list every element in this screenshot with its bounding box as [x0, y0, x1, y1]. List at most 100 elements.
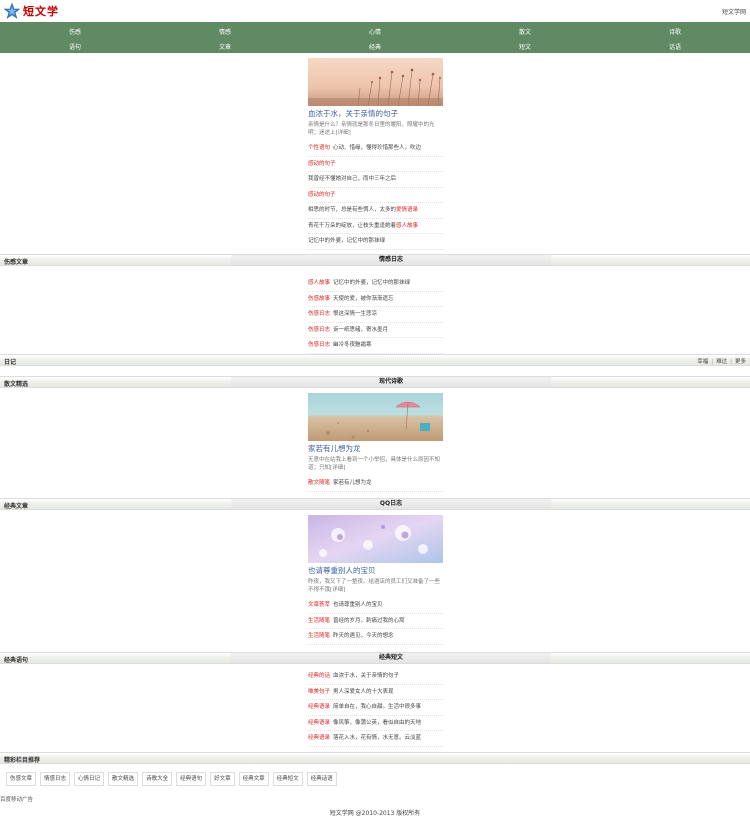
- feature-image[interactable]: [308, 515, 443, 563]
- list-item[interactable]: 生活随笔 曾经的岁月，刺痛过我的心窝: [308, 614, 443, 629]
- list-text[interactable]: 简单自在，我心自甜。生活中很多事: [333, 704, 421, 710]
- ad-label[interactable]: 百度移动广告: [0, 795, 33, 803]
- list-text[interactable]: 诉一纸思绪，寄水墨月: [333, 327, 388, 333]
- bar-center-label[interactable]: QQ日志: [231, 499, 551, 509]
- list-item[interactable]: 感动的句子: [308, 157, 443, 172]
- bar-left-label[interactable]: 经典文章: [4, 501, 28, 510]
- list-text[interactable]: 恨这深情一生悲凉: [333, 311, 377, 317]
- list-item[interactable]: 文章荟萃 也请尊重别人的宝贝: [308, 598, 443, 614]
- feature-image[interactable]: [308, 393, 443, 441]
- bar-link[interactable]: 幸福: [697, 359, 708, 365]
- list-item[interactable]: 生活随笔 昨天的遇见，今天的想念: [308, 629, 443, 645]
- list-item[interactable]: 伤感日志 诉一纸思绪，寄水墨月: [308, 323, 443, 338]
- list-category[interactable]: 生活随笔: [308, 633, 330, 639]
- list-category[interactable]: 经典的话: [308, 673, 330, 679]
- list-text[interactable]: 家若有儿想为龙: [333, 480, 372, 486]
- list-category[interactable]: 经典语录: [308, 720, 330, 726]
- list-item[interactable]: 唯美句子 男人深爱女人的十大表现: [308, 685, 443, 700]
- bar-center-label[interactable]: 情感日志: [231, 255, 551, 265]
- list-item[interactable]: 伤感故事 天使的爱，被你渐渐遗忘: [308, 292, 443, 307]
- recommend-item[interactable]: 经典短文: [272, 772, 303, 786]
- bar-center-label[interactable]: 现代诗歌: [231, 377, 551, 387]
- list-category[interactable]: 个性语句: [308, 145, 330, 151]
- list-category[interactable]: 感人故事: [308, 280, 330, 286]
- list-item[interactable]: 散文随笔 家若有儿想为龙: [308, 476, 443, 492]
- list-text[interactable]: 昨天的遇见，今天的想念: [333, 633, 394, 639]
- list-text[interactable]: 记忆中的外婆，记忆中的那抹绿: [333, 280, 410, 286]
- bar-left-label[interactable]: 日记: [4, 357, 16, 366]
- list-item[interactable]: 我曾经不懂她对自己，而中三年之后: [308, 172, 443, 188]
- list-text[interactable]: 幽冷冬夜魅霜寒: [333, 342, 372, 348]
- list-category[interactable]: 伤感日志: [308, 311, 330, 317]
- list-text[interactable]: 我曾经不懂她对自己，而中三年之后: [308, 176, 396, 182]
- bar-left-label[interactable]: 散文精选: [4, 379, 28, 388]
- list-item[interactable]: 经典的话 血浓于水，关于亲情的句子: [308, 669, 443, 685]
- list-text[interactable]: 落花入水，花有情，水无意。云淡蓝: [333, 735, 421, 741]
- nav-item[interactable]: 经典: [369, 42, 381, 51]
- list-item[interactable]: 相思的时节，总是有些惆人，太多的爱情语录: [308, 203, 443, 219]
- list-highlight[interactable]: 爱情语录: [396, 207, 418, 213]
- list-category[interactable]: 经典语录: [308, 735, 330, 741]
- list-item[interactable]: 经典语录 像风筝，像蒲公英，看似自由的天地: [308, 716, 443, 731]
- nav-item[interactable]: 伤感: [69, 27, 81, 36]
- bar-left-label[interactable]: 伤感文章: [4, 257, 28, 266]
- recommend-item[interactable]: 情感日志: [40, 772, 71, 786]
- list-text[interactable]: 记忆中的外婆，记忆中的那抹绿: [308, 238, 385, 244]
- bar-link[interactable]: 难过: [716, 359, 727, 365]
- list-text[interactable]: 青花千万朵的绽放，让枝头重逢她着: [308, 223, 396, 229]
- list-item[interactable]: 感人故事 记忆中的外婆，记忆中的那抹绿: [308, 276, 443, 292]
- recommend-item[interactable]: 经典文章: [238, 772, 269, 786]
- list-item[interactable]: 经典语录 简单自在，我心自甜。生活中很多事: [308, 700, 443, 716]
- list-category[interactable]: 经典语录: [308, 704, 330, 710]
- feature-title[interactable]: 家若有儿想为龙: [308, 444, 443, 454]
- recommend-item[interactable]: 散文精选: [108, 772, 139, 786]
- list-text[interactable]: 男人深爱女人的十大表现: [333, 689, 394, 695]
- list-text[interactable]: 心动、惜缘，懂得珍惜那些人，吹边: [333, 145, 421, 151]
- recommend-item[interactable]: 伤感文章: [6, 772, 37, 786]
- list-category[interactable]: 伤感日志: [308, 342, 330, 348]
- recommend-item[interactable]: 好文章: [210, 772, 235, 786]
- list-category[interactable]: 伤感故事: [308, 296, 330, 302]
- list-text[interactable]: 天使的爱，被你渐渐遗忘: [333, 296, 394, 302]
- nav-item[interactable]: 诗歌: [669, 27, 681, 36]
- list-item[interactable]: 记忆中的外婆，记忆中的那抹绿: [308, 234, 443, 250]
- recommend-item[interactable]: 诗歌大全: [142, 772, 173, 786]
- list-item[interactable]: 伤感日志 幽冷冬夜魅霜寒: [308, 338, 443, 354]
- list-text[interactable]: 感动的句子: [308, 192, 336, 198]
- list-category[interactable]: 散文随笔: [308, 480, 330, 486]
- list-category[interactable]: 生活随笔: [308, 618, 330, 624]
- list-text[interactable]: 感动的句子: [308, 161, 336, 167]
- list-category[interactable]: 伤感日志: [308, 327, 330, 333]
- bar-left-label[interactable]: 精彩栏目推荐: [4, 755, 40, 764]
- site-name-link[interactable]: 短文学网: [722, 7, 746, 16]
- site-logo[interactable]: 短文学: [4, 3, 59, 19]
- nav-item[interactable]: 语句: [69, 42, 81, 51]
- nav-item[interactable]: 短文: [519, 42, 531, 51]
- list-text[interactable]: 血浓于水，关于亲情的句子: [333, 673, 399, 679]
- nav-item[interactable]: 情感: [219, 27, 231, 36]
- bar-link[interactable]: 更多: [735, 359, 746, 365]
- nav-item[interactable]: 文章: [219, 42, 231, 51]
- list-item[interactable]: 青花千万朵的绽放，让枝头重逢她着感人故事: [308, 219, 443, 234]
- feature-title[interactable]: 也请尊重别人的宝贝: [308, 566, 443, 576]
- list-highlight[interactable]: 感人故事: [396, 223, 418, 229]
- list-text[interactable]: 曾经的岁月，刺痛过我的心窝: [333, 618, 405, 624]
- nav-item[interactable]: 话语: [669, 42, 681, 51]
- list-text[interactable]: 也请尊重别人的宝贝: [333, 602, 383, 608]
- list-text[interactable]: 像风筝，像蒲公英，看似自由的天地: [333, 720, 421, 726]
- nav-item[interactable]: 散文: [519, 27, 531, 36]
- bar-center-label[interactable]: 经典短文: [231, 653, 551, 663]
- recommend-item[interactable]: 经典语句: [176, 772, 207, 786]
- list-item[interactable]: 感动的句子: [308, 188, 443, 203]
- recommend-item[interactable]: 经典话语: [306, 772, 337, 786]
- feature-image[interactable]: [308, 58, 443, 106]
- feature-title[interactable]: 血浓于水，关于亲情的句子: [308, 109, 443, 119]
- nav-item[interactable]: 心情: [369, 27, 381, 36]
- list-item[interactable]: 个性语句 心动、惜缘，懂得珍惜那些人，吹边: [308, 141, 443, 157]
- list-category[interactable]: 唯美句子: [308, 689, 330, 695]
- list-category[interactable]: 文章荟萃: [308, 602, 330, 608]
- recommend-item[interactable]: 心情日记: [74, 772, 105, 786]
- list-item[interactable]: 经典语录 落花入水，花有情，水无意。云淡蓝: [308, 731, 443, 747]
- list-text[interactable]: 相思的时节，总是有些惆人，太多的: [308, 207, 396, 213]
- bar-left-label[interactable]: 经典语句: [4, 655, 28, 664]
